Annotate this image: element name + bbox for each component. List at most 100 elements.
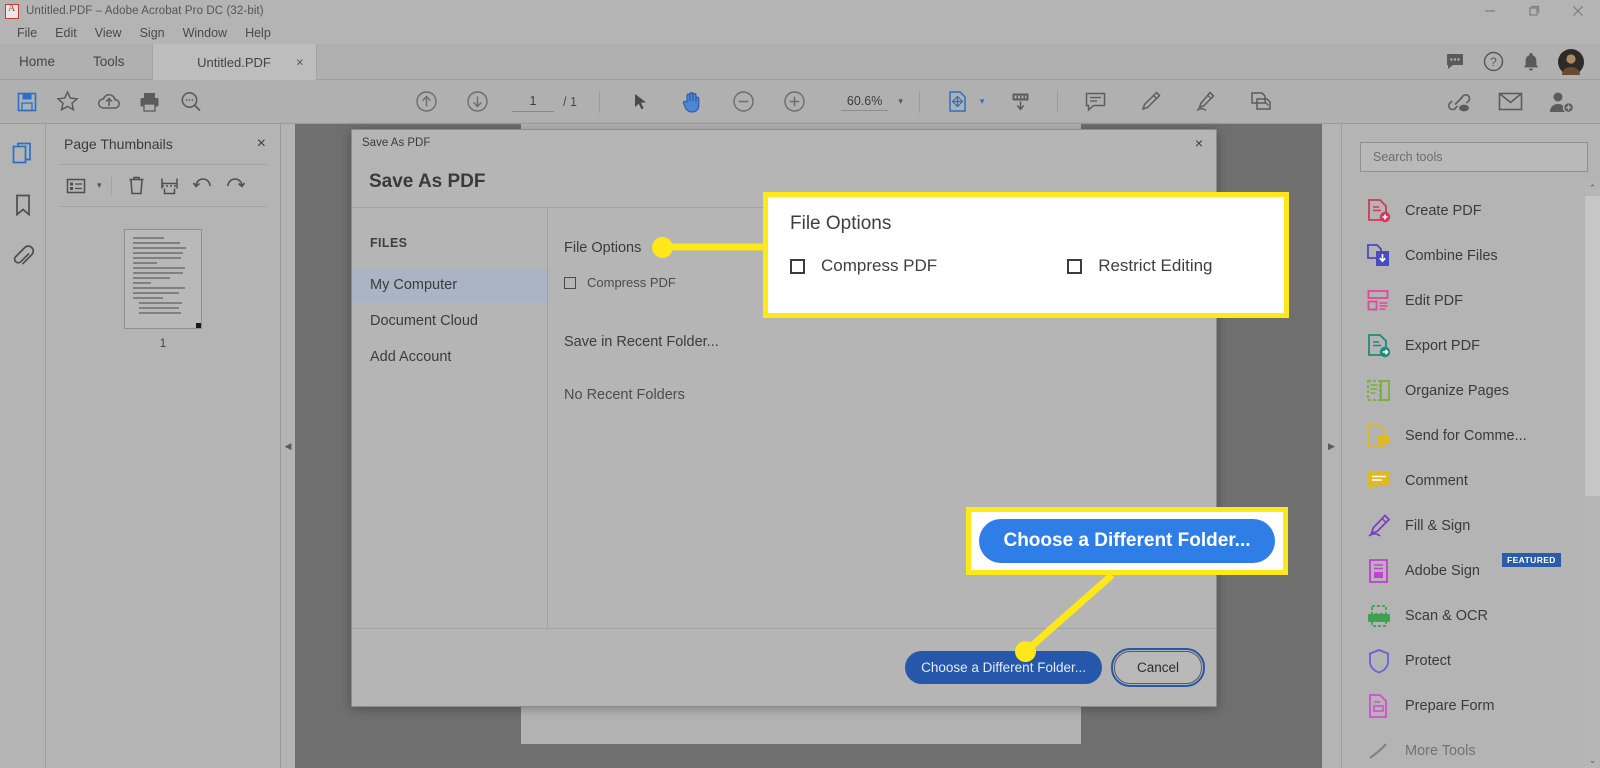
- stamp-icon[interactable]: [1240, 80, 1281, 124]
- document-tab-close-icon[interactable]: ×: [296, 55, 304, 70]
- thumbnail-page-number: 1: [159, 338, 167, 350]
- menu-window[interactable]: Window: [174, 22, 236, 44]
- tool-protect[interactable]: Protect: [1342, 638, 1600, 683]
- scroll-mode-icon[interactable]: [1000, 80, 1041, 124]
- list-options-icon[interactable]: [60, 171, 91, 201]
- tool-comment[interactable]: Comment: [1342, 458, 1600, 503]
- tool-edit-pdf[interactable]: Edit PDF: [1342, 278, 1600, 323]
- tool-label: Fill & Sign: [1405, 517, 1471, 534]
- collapse-right-panel-button[interactable]: ▶: [1322, 124, 1341, 768]
- zoom-in-icon[interactable]: [774, 80, 815, 124]
- dialog-close-icon[interactable]: ×: [1182, 130, 1216, 156]
- star-icon[interactable]: [47, 80, 88, 124]
- fit-page-icon[interactable]: [937, 80, 978, 124]
- tool-label: More Tools: [1405, 742, 1476, 759]
- thumbnails-options-chevron-icon[interactable]: ▾: [97, 180, 102, 191]
- compress-pdf-checkbox[interactable]: [564, 276, 576, 289]
- rotate-clockwise-icon[interactable]: [220, 171, 251, 201]
- callout-restrict-editing-checkbox[interactable]: [1067, 258, 1083, 274]
- menu-edit[interactable]: Edit: [46, 22, 86, 44]
- tab-home[interactable]: Home: [0, 44, 74, 80]
- cloud-upload-icon[interactable]: [88, 80, 129, 124]
- tool-adobe-sign[interactable]: Adobe Sign FEATURED: [1342, 548, 1600, 593]
- minimize-icon[interactable]: [1468, 0, 1512, 22]
- tool-create-pdf[interactable]: Create PDF: [1342, 188, 1600, 233]
- cancel-button[interactable]: Cancel: [1110, 648, 1206, 687]
- chevron-down-icon[interactable]: ▾: [898, 96, 903, 107]
- tab-tools[interactable]: Tools: [74, 44, 144, 80]
- thumbnails-toolbar: ▾: [46, 165, 280, 206]
- tools-scrollbar-thumb[interactable]: [1585, 196, 1600, 496]
- avatar[interactable]: [1558, 48, 1584, 75]
- comment-icon[interactable]: [1075, 80, 1116, 124]
- print-icon[interactable]: [129, 80, 170, 124]
- maximize-icon[interactable]: [1512, 0, 1556, 22]
- arrow-down-circle-icon[interactable]: [457, 80, 498, 124]
- rotate-counterclockwise-icon[interactable]: [187, 171, 218, 201]
- top-right-icons: ?: [1445, 44, 1600, 79]
- callout-choose-folder-button[interactable]: Choose a Different Folder...: [979, 519, 1275, 563]
- tool-send-for-comments[interactable]: Send for Comme...: [1342, 413, 1600, 458]
- create-pdf-icon: [1366, 198, 1392, 224]
- page-number-input[interactable]: 1: [512, 92, 554, 112]
- hand-icon[interactable]: [672, 80, 713, 124]
- zoom-level-input[interactable]: 60.6%: [840, 93, 889, 111]
- extract-pages-icon[interactable]: [154, 171, 185, 201]
- attachment-icon[interactable]: [8, 242, 38, 272]
- tool-combine-files[interactable]: Combine Files: [1342, 233, 1600, 278]
- page-thumbnails-icon[interactable]: [8, 138, 38, 168]
- tools-scroll-down-icon[interactable]: ⌄: [1585, 752, 1600, 768]
- tool-organize-pages[interactable]: Organize Pages: [1342, 368, 1600, 413]
- bookmark-icon[interactable]: [8, 190, 38, 220]
- collapse-left-panel-button[interactable]: ◀: [281, 124, 295, 768]
- tool-label: Export PDF: [1405, 337, 1480, 354]
- dialog-nav-my-computer[interactable]: My Computer: [352, 267, 547, 303]
- save-icon[interactable]: [6, 80, 47, 124]
- menu-view[interactable]: View: [86, 22, 131, 44]
- draw-icon[interactable]: [1185, 80, 1226, 124]
- menu-file[interactable]: File: [8, 22, 46, 44]
- annotation-dot-file-options: [652, 237, 673, 258]
- arrow-up-circle-icon[interactable]: [406, 80, 447, 124]
- search-tools-input[interactable]: Search tools: [1360, 142, 1588, 172]
- help-icon[interactable]: ?: [1483, 51, 1504, 72]
- tool-fill-sign[interactable]: Fill & Sign FEATURED: [1342, 503, 1600, 548]
- trash-icon[interactable]: [121, 171, 152, 201]
- close-icon[interactable]: [1556, 0, 1600, 22]
- tool-scan-ocr[interactable]: Scan & OCR: [1342, 593, 1600, 638]
- chat-icon[interactable]: [1445, 53, 1465, 71]
- callout-compress-pdf-label: Compress PDF: [821, 256, 938, 275]
- fit-chevron-down-icon[interactable]: ▾: [980, 96, 985, 107]
- cursor-icon[interactable]: [621, 80, 662, 124]
- link-share-icon[interactable]: [1446, 91, 1472, 113]
- tools-scroll-up-icon[interactable]: ⌃: [1585, 180, 1600, 196]
- find-icon[interactable]: [170, 80, 211, 124]
- document-tab[interactable]: Untitled.PDF ×: [151, 44, 317, 80]
- zoom-out-icon[interactable]: [723, 80, 764, 124]
- page-thumbnail[interactable]: [124, 229, 202, 329]
- dialog-nav-add-account[interactable]: Add Account: [352, 339, 547, 375]
- add-person-icon[interactable]: [1549, 91, 1574, 113]
- highlight-icon[interactable]: [1130, 80, 1171, 124]
- email-icon[interactable]: [1498, 92, 1523, 111]
- tool-export-pdf[interactable]: Export PDF: [1342, 323, 1600, 368]
- fill-sign-icon: [1366, 513, 1392, 539]
- save-in-recent-folder-label: Save in Recent Folder...: [564, 334, 719, 350]
- bell-icon[interactable]: [1522, 52, 1540, 72]
- tools-panel-scrollbar[interactable]: ⌃ ⌄: [1585, 180, 1600, 768]
- acrobat-icon: [5, 3, 19, 19]
- choose-different-folder-button[interactable]: Choose a Different Folder...: [905, 651, 1102, 684]
- toolbar-separator-1: [598, 90, 600, 113]
- menu-help[interactable]: Help: [236, 22, 280, 44]
- thumbnail-corner-marker: [196, 323, 201, 328]
- tool-label: Send for Comme...: [1405, 427, 1527, 444]
- callout-compress-pdf-checkbox[interactable]: [790, 258, 805, 274]
- window-titlebar: Untitled.PDF – Adobe Acrobat Pro DC (32-…: [0, 0, 1600, 22]
- menu-sign[interactable]: Sign: [131, 22, 174, 44]
- navigation-rail: [0, 124, 46, 768]
- tool-prepare-form[interactable]: Prepare Form: [1342, 683, 1600, 728]
- tool-more-tools[interactable]: More Tools: [1342, 728, 1600, 768]
- dialog-nav-document-cloud[interactable]: Document Cloud: [352, 303, 547, 339]
- thumbnails-close-icon[interactable]: ×: [257, 135, 266, 153]
- no-recent-folders-label: No Recent Folders: [564, 387, 685, 403]
